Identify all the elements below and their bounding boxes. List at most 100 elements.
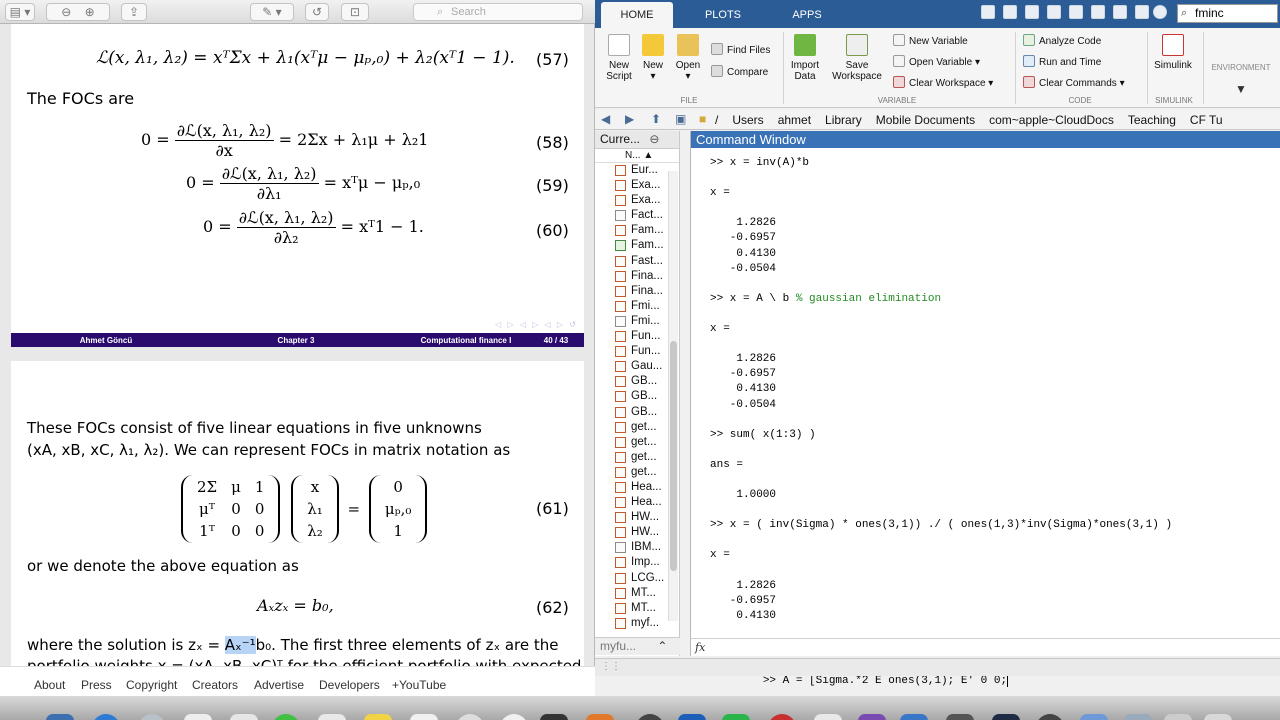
- file-list-item[interactable]: Fina...: [595, 269, 679, 284]
- cut-icon[interactable]: [1025, 5, 1039, 19]
- undo-icon[interactable]: [1091, 5, 1105, 19]
- forward-arrow-icon[interactable]: ▶: [625, 112, 634, 126]
- clear-workspace-button[interactable]: Clear Workspace ▾: [893, 76, 993, 91]
- file-list-item[interactable]: Fast...: [595, 254, 679, 269]
- open-button[interactable]: Open ▾: [673, 34, 703, 82]
- app-icon[interactable]: [992, 714, 1020, 720]
- safari-icon[interactable]: [92, 714, 120, 720]
- app-icon[interactable]: [500, 714, 528, 720]
- file-list-item[interactable]: Hea...: [595, 480, 679, 495]
- up-folder-icon[interactable]: ⬆: [651, 112, 661, 126]
- app-icon[interactable]: [410, 714, 438, 720]
- scrollbar-thumb[interactable]: [670, 341, 677, 571]
- tab-plots[interactable]: PLOTS: [687, 2, 759, 28]
- run-and-time-button[interactable]: Run and Time: [1023, 55, 1101, 70]
- command-window[interactable]: Command Window >> x = inv(A)*b x = 1.282…: [690, 131, 1280, 687]
- pdf-search-input[interactable]: ⌕ Search: [413, 3, 583, 21]
- analyze-code-button[interactable]: Analyze Code: [1023, 34, 1101, 49]
- new-script-button[interactable]: New Script: [601, 34, 637, 82]
- app-icon[interactable]: [768, 714, 796, 720]
- app-icon[interactable]: [1080, 714, 1108, 720]
- compare-button[interactable]: Compare: [711, 65, 768, 80]
- command-prompt[interactable]: fx >> A = [Sigma.*2 E ones(3,1); E' 0 0;: [691, 638, 1280, 687]
- app-icon[interactable]: [1124, 714, 1152, 720]
- environment-button[interactable]: ENVIRONMENT ▼: [1205, 62, 1277, 96]
- help-icon[interactable]: [1153, 5, 1167, 19]
- file-list-item[interactable]: Imp...: [595, 555, 679, 570]
- file-list-item[interactable]: Gau...: [595, 359, 679, 374]
- breadcrumb-segment[interactable]: com~apple~CloudDocs: [989, 113, 1114, 127]
- redo-icon[interactable]: [1113, 5, 1127, 19]
- app-icon[interactable]: [946, 714, 974, 720]
- app-icon[interactable]: [858, 714, 886, 720]
- file-list-item[interactable]: Exa...: [595, 178, 679, 193]
- matlab-icon[interactable]: [586, 714, 614, 720]
- calendar-icon[interactable]: [230, 714, 258, 720]
- sidebar-toggle-icon[interactable]: ▤ ▾: [5, 3, 35, 21]
- save-icon[interactable]: [1003, 5, 1017, 19]
- footer-developers-link[interactable]: Developers: [319, 678, 380, 692]
- app-icon[interactable]: [900, 714, 928, 720]
- paste-icon[interactable]: [1069, 5, 1083, 19]
- file-list-item[interactable]: Fmi...: [595, 299, 679, 314]
- annotate-icon[interactable]: ✎ ▾: [250, 3, 294, 21]
- footer-copyright-link[interactable]: Copyright: [126, 678, 177, 692]
- file-list-item[interactable]: LCG...: [595, 571, 679, 586]
- file-list-scrollbar[interactable]: [668, 171, 678, 621]
- open-icon[interactable]: [981, 5, 995, 19]
- file-list-item[interactable]: get...: [595, 450, 679, 465]
- panel-menu-icon[interactable]: ⊖: [649, 132, 659, 146]
- zoom-in-icon[interactable]: ⊕: [85, 5, 95, 19]
- file-list-item[interactable]: Exa...: [595, 193, 679, 208]
- chevron-up-icon[interactable]: ⌃: [657, 639, 667, 653]
- copy-icon[interactable]: [1047, 5, 1061, 19]
- file-list-item[interactable]: MT...: [595, 586, 679, 601]
- browse-folder-icon[interactable]: ▣: [675, 112, 686, 126]
- file-list-item[interactable]: GB...: [595, 389, 679, 404]
- file-list-item[interactable]: Fact...: [595, 208, 679, 223]
- app-icon[interactable]: [814, 714, 842, 720]
- breadcrumb-segment[interactable]: Library: [825, 113, 862, 127]
- file-list-item[interactable]: Fun...: [595, 344, 679, 359]
- breadcrumb-segment[interactable]: Mobile Documents: [876, 113, 975, 127]
- trash-icon[interactable]: [1204, 714, 1232, 720]
- switch-windows-icon[interactable]: [1135, 5, 1149, 19]
- rotate-icon[interactable]: ↺: [305, 3, 329, 21]
- toolbox-icon[interactable]: ⊡: [341, 3, 369, 21]
- import-data-button[interactable]: Import Data: [787, 34, 823, 82]
- column-header-name[interactable]: N... ▲: [595, 149, 679, 163]
- notes-icon[interactable]: [364, 714, 392, 720]
- file-list-item[interactable]: Fina...: [595, 284, 679, 299]
- finder-icon[interactable]: [46, 714, 74, 720]
- command-input-text[interactable]: >> A = [Sigma.*2 E ones(3,1); E' 0 0;: [763, 675, 1007, 687]
- messages-icon[interactable]: [272, 714, 300, 720]
- clear-commands-button[interactable]: Clear Commands ▾: [1023, 76, 1125, 91]
- file-list-item[interactable]: GB...: [595, 405, 679, 420]
- tab-apps[interactable]: APPS: [771, 2, 843, 28]
- file-list-item[interactable]: get...: [595, 420, 679, 435]
- simulink-button[interactable]: Simulink: [1151, 34, 1195, 71]
- file-list-item[interactable]: IBM...: [595, 540, 679, 555]
- app-icon[interactable]: [678, 714, 706, 720]
- zoom-buttons[interactable]: ⊖ ⊕: [46, 3, 110, 21]
- breadcrumb-segment[interactable]: ahmet: [778, 113, 811, 127]
- app-icon[interactable]: [636, 714, 664, 720]
- app-icon[interactable]: [1036, 714, 1064, 720]
- footer-youtube-link[interactable]: +YouTube: [392, 678, 446, 692]
- file-list-item[interactable]: Fam...: [595, 223, 679, 238]
- footer-about-link[interactable]: About: [34, 678, 65, 692]
- file-list-item[interactable]: HW...: [595, 510, 679, 525]
- back-arrow-icon[interactable]: ◀: [601, 112, 610, 126]
- documentation-search-input[interactable]: ⌕ fminc: [1177, 4, 1278, 23]
- file-list-item[interactable]: myf...: [595, 616, 679, 631]
- breadcrumb-segment[interactable]: CF Tu: [1190, 113, 1223, 127]
- file-list-item[interactable]: Fam...: [595, 238, 679, 253]
- new-button[interactable]: New ▾: [639, 34, 667, 82]
- file-list-item[interactable]: GB...: [595, 374, 679, 389]
- tab-home[interactable]: HOME: [601, 2, 673, 28]
- breadcrumb-segment[interactable]: Users: [732, 113, 763, 127]
- file-list-item[interactable]: get...: [595, 465, 679, 480]
- app-icon[interactable]: [722, 714, 750, 720]
- app-icon[interactable]: [138, 714, 166, 720]
- footer-advertise-link[interactable]: Advertise: [254, 678, 304, 692]
